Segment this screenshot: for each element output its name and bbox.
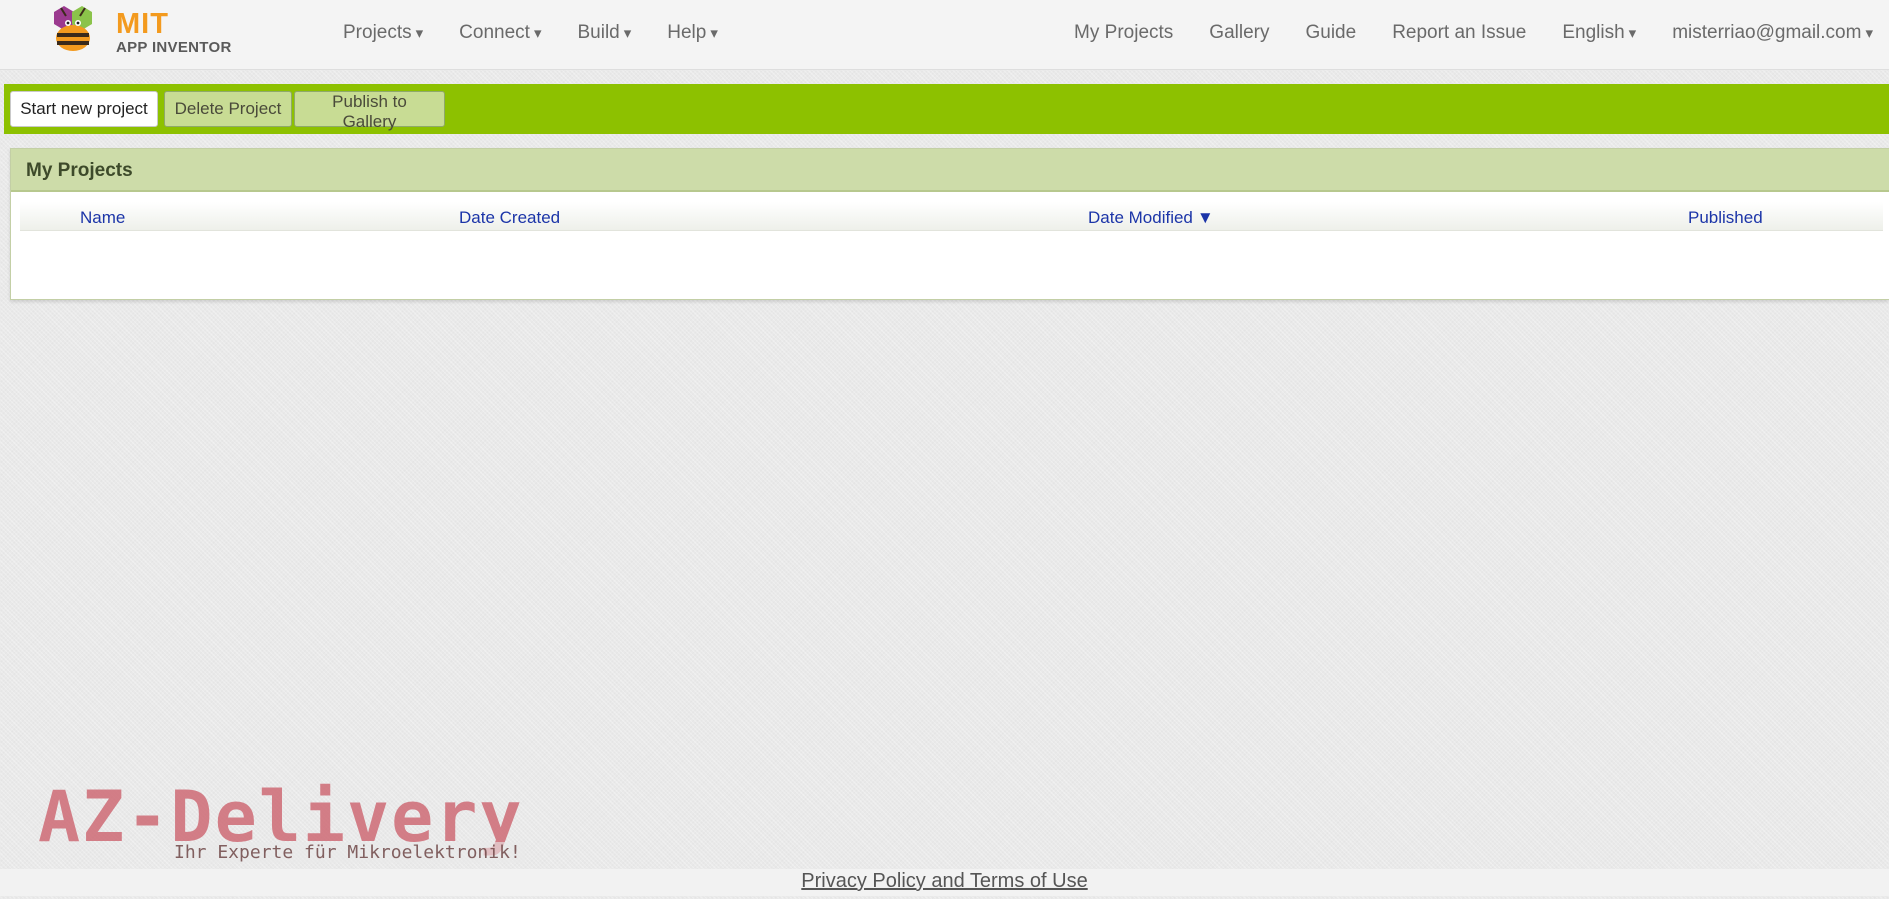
chevron-down-icon: ▾: [1865, 25, 1873, 42]
main-menu: Projects ▾ Connect ▾ Build ▾ Help ▾: [343, 22, 754, 44]
panel-title: My Projects: [26, 160, 133, 181]
link-report-issue-label: Report an Issue: [1392, 22, 1527, 43]
chevron-down-icon: ▾: [710, 25, 718, 42]
column-name[interactable]: Name: [80, 208, 125, 228]
my-projects-panel: My Projects Name Date Created Date Modif…: [10, 148, 1889, 300]
delete-project-button[interactable]: Delete Project: [164, 91, 292, 127]
start-new-project-button[interactable]: Start new project: [10, 91, 158, 127]
column-date-modified-label: Date Modified: [1088, 208, 1193, 227]
menu-projects-label: Projects: [343, 22, 412, 43]
app-inventor-bee-icon: [54, 6, 92, 51]
projects-table-header: Name Date Created Date Modified ▼ Publish…: [20, 202, 1883, 231]
menu-account-label: misterriao@gmail.com: [1672, 22, 1862, 43]
top-navigation-bar: MIT APP INVENTOR Projects ▾ Connect ▾ Buil…: [0, 0, 1889, 70]
link-gallery[interactable]: Gallery: [1209, 22, 1269, 44]
chevron-down-icon: ▾: [623, 25, 632, 42]
link-my-projects[interactable]: My Projects: [1074, 22, 1173, 44]
publish-to-gallery-button[interactable]: Publish to Gallery: [294, 91, 445, 131]
menu-connect[interactable]: Connect ▾: [459, 22, 541, 44]
menu-help-label: Help: [667, 22, 707, 43]
footer: Privacy Policy and Terms of Use: [0, 869, 1889, 896]
az-delivery-watermark: AZ-Delivery Ihr Experte für Mikroelektro…: [38, 776, 548, 864]
privacy-policy-link[interactable]: Privacy Policy and Terms of Use: [801, 863, 1087, 899]
watermark-tagline: Ihr Experte für Mikroelektronik!: [170, 842, 525, 863]
menu-account[interactable]: misterriao@gmail.com ▾: [1672, 22, 1873, 44]
menu-build[interactable]: Build ▾: [577, 22, 631, 44]
column-published[interactable]: Published: [1688, 208, 1763, 228]
link-report-issue[interactable]: Report an Issue: [1392, 22, 1526, 44]
app-inventor-logo[interactable]: MIT APP INVENTOR: [42, 2, 242, 62]
column-date-modified[interactable]: Date Modified ▼: [1088, 208, 1214, 228]
sort-descending-icon: ▼: [1196, 208, 1214, 227]
project-toolbar: Start new project Delete Project Publish…: [4, 84, 1889, 134]
column-date-created[interactable]: Date Created: [459, 208, 560, 228]
link-guide-label: Guide: [1305, 22, 1357, 43]
link-my-projects-label: My Projects: [1074, 22, 1174, 43]
menu-language[interactable]: English ▾: [1562, 22, 1636, 44]
chevron-down-icon: ▾: [533, 25, 542, 42]
menu-language-label: English: [1562, 22, 1625, 43]
logo-title: MIT: [116, 8, 169, 40]
menu-projects[interactable]: Projects ▾: [343, 22, 423, 44]
chevron-down-icon: ▾: [1628, 25, 1637, 42]
menu-help[interactable]: Help ▾: [667, 22, 718, 44]
user-menu: My Projects Gallery Guide Report an Issu…: [1038, 22, 1873, 44]
menu-build-label: Build: [577, 22, 620, 43]
logo-subtitle: APP INVENTOR: [116, 39, 232, 56]
chevron-down-icon: ▾: [415, 25, 424, 42]
menu-connect-label: Connect: [459, 22, 530, 43]
link-gallery-label: Gallery: [1209, 22, 1270, 43]
panel-header: My Projects: [11, 149, 1889, 192]
link-guide[interactable]: Guide: [1305, 22, 1356, 44]
